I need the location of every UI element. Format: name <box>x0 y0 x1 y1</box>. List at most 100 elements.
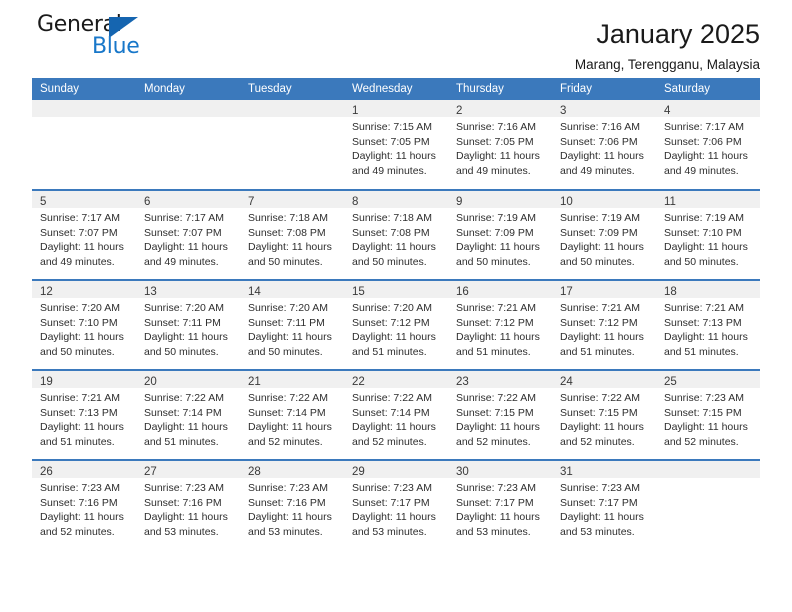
calendar-day-cell[interactable]: 11 Sunrise: 7:19 AM Sunset: 7:10 PM Dayligh… <box>656 189 760 280</box>
daylight-text: and 50 minutes. <box>40 345 115 358</box>
calendar-day-cell[interactable]: 12 Sunrise: 7:20 AM Sunset: 7:10 PM Dayligh… <box>32 279 136 370</box>
page-subtitle: Marang, Terengganu, Malaysia <box>574 57 760 72</box>
day-cell-inner: 14 Sunrise: 7:20 AM Sunset: 7:11 PM Dayligh… <box>240 281 344 369</box>
calendar-day-cell[interactable]: 30 Sunrise: 7:23 AM Sunset: 7:17 PM Dayligh… <box>448 459 552 550</box>
day-cell-inner: 25 Sunrise: 7:23 AM Sunset: 7:15 PM Dayligh… <box>656 371 760 459</box>
day-number: 8 <box>352 196 359 208</box>
daylight-text: Daylight: 11 hours <box>144 331 228 343</box>
sunrise-text: Sunrise: 7:21 AM <box>456 302 536 314</box>
day-cell-inner: 6 Sunrise: 7:17 AM Sunset: 7:07 PM Daylight… <box>136 191 240 279</box>
calendar-day-cell[interactable]: 16 Sunrise: 7:21 AM Sunset: 7:12 PM Dayligh… <box>448 279 552 370</box>
day-number: 23 <box>456 376 469 388</box>
calendar-day-cell[interactable]: 3 Sunrise: 7:16 AM Sunset: 7:06 PM Daylight… <box>552 100 656 190</box>
day-cell-details: Sunrise: 7:23 AM Sunset: 7:17 PM Daylight:… <box>344 478 448 539</box>
day-cell-inner: 31 Sunrise: 7:23 AM Sunset: 7:17 PM Dayligh… <box>552 461 656 549</box>
sunset-text: Sunset: 7:10 PM <box>664 226 742 239</box>
calendar-day-cell[interactable]: 28 Sunrise: 7:23 AM Sunset: 7:16 PM Dayligh… <box>240 459 344 550</box>
sunrise-text: Sunrise: 7:18 AM <box>352 212 432 224</box>
day-number-band: 14 <box>240 281 344 298</box>
calendar-day-cell[interactable]: 8 Sunrise: 7:18 AM Sunset: 7:08 PM Daylight… <box>344 189 448 280</box>
day-number: 9 <box>456 196 463 208</box>
calendar-day-cell[interactable]: 17 Sunrise: 7:21 AM Sunset: 7:12 PM Dayligh… <box>552 279 656 370</box>
page-title: January 2025 <box>596 19 760 49</box>
daylight-text: Daylight: 11 hours <box>144 241 228 253</box>
calendar-day-cell[interactable]: 14 Sunrise: 7:20 AM Sunset: 7:11 PM Dayligh… <box>240 279 344 370</box>
calendar-day-cell[interactable]: 29 Sunrise: 7:23 AM Sunset: 7:17 PM Dayligh… <box>344 459 448 550</box>
day-of-week-header-friday: Friday <box>552 78 656 100</box>
day-cell-details: Sunrise: 7:17 AM Sunset: 7:06 PM Daylight:… <box>656 117 760 178</box>
day-cell-details: Sunrise: 7:23 AM Sunset: 7:15 PM Daylight:… <box>656 388 760 449</box>
day-cell-details: Sunrise: 7:19 AM Sunset: 7:10 PM Daylight:… <box>656 208 760 269</box>
day-number: 30 <box>456 466 469 478</box>
logo-text-blue: Blue <box>92 34 140 59</box>
calendar-day-cell[interactable]: 20 Sunrise: 7:22 AM Sunset: 7:14 PM Dayligh… <box>136 369 240 460</box>
daylight-text: Daylight: 11 hours <box>40 511 124 523</box>
daylight-text: Daylight: 11 hours <box>248 511 332 523</box>
day-cell-details: Sunrise: 7:22 AM Sunset: 7:14 PM Daylight:… <box>136 388 240 449</box>
daylight-text: and 52 minutes. <box>352 435 427 448</box>
daylight-text: and 53 minutes. <box>248 525 323 538</box>
calendar-day-cell[interactable]: 15 Sunrise: 7:20 AM Sunset: 7:12 PM Dayligh… <box>344 279 448 370</box>
calendar-day-cell[interactable]: 25 Sunrise: 7:23 AM Sunset: 7:15 PM Dayligh… <box>656 369 760 460</box>
day-cell-details: Sunrise: 7:23 AM Sunset: 7:16 PM Daylight:… <box>240 478 344 539</box>
daylight-text: and 52 minutes. <box>248 435 323 448</box>
calendar-week-row: 1 Sunrise: 7:15 AM Sunset: 7:05 PM Daylight… <box>32 100 760 190</box>
calendar-day-cell[interactable]: 6 Sunrise: 7:17 AM Sunset: 7:07 PM Daylight… <box>136 189 240 280</box>
calendar-day-cell[interactable]: 4 Sunrise: 7:17 AM Sunset: 7:06 PM Daylight… <box>656 100 760 190</box>
calendar-day-cell[interactable]: 23 Sunrise: 7:22 AM Sunset: 7:15 PM Dayligh… <box>448 369 552 460</box>
calendar-day-cell[interactable]: 31 Sunrise: 7:23 AM Sunset: 7:17 PM Dayligh… <box>552 459 656 550</box>
calendar-day-cell[interactable]: 22 Sunrise: 7:22 AM Sunset: 7:14 PM Dayligh… <box>344 369 448 460</box>
sunset-text: Sunset: 7:07 PM <box>40 226 118 239</box>
daylight-text: and 50 minutes. <box>144 345 219 358</box>
day-number: 28 <box>248 466 261 478</box>
sunrise-text: Sunrise: 7:22 AM <box>456 392 536 404</box>
sunset-text: Sunset: 7:07 PM <box>144 226 222 239</box>
daylight-text: Daylight: 11 hours <box>352 241 436 253</box>
sunrise-text: Sunrise: 7:17 AM <box>40 212 120 224</box>
day-cell-inner <box>240 100 344 188</box>
daylight-text: and 50 minutes. <box>664 255 739 268</box>
day-cell-inner: 28 Sunrise: 7:23 AM Sunset: 7:16 PM Dayligh… <box>240 461 344 549</box>
calendar-day-cell[interactable]: 5 Sunrise: 7:17 AM Sunset: 7:07 PM Daylight… <box>32 189 136 280</box>
calendar-day-cell[interactable]: 10 Sunrise: 7:19 AM Sunset: 7:09 PM Dayligh… <box>552 189 656 280</box>
calendar-day-cell[interactable]: 24 Sunrise: 7:22 AM Sunset: 7:15 PM Dayligh… <box>552 369 656 460</box>
calendar-week-row: 5 Sunrise: 7:17 AM Sunset: 7:07 PM Daylight… <box>32 189 760 280</box>
daylight-text: and 53 minutes. <box>560 525 635 538</box>
day-cell-details: Sunrise: 7:23 AM Sunset: 7:16 PM Daylight:… <box>136 478 240 539</box>
day-number: 10 <box>560 196 573 208</box>
day-number-band: 11 <box>656 191 760 208</box>
calendar-day-cell[interactable]: 26 Sunrise: 7:23 AM Sunset: 7:16 PM Dayligh… <box>32 459 136 550</box>
day-cell-inner <box>136 100 240 188</box>
day-number-band: 30 <box>448 461 552 478</box>
calendar-day-cell[interactable]: 2 Sunrise: 7:16 AM Sunset: 7:05 PM Daylight… <box>448 100 552 190</box>
day-cell-inner: 12 Sunrise: 7:20 AM Sunset: 7:10 PM Dayligh… <box>32 281 136 369</box>
calendar-day-cell[interactable]: 7 Sunrise: 7:18 AM Sunset: 7:08 PM Daylight… <box>240 189 344 280</box>
calendar-day-cell[interactable]: 9 Sunrise: 7:19 AM Sunset: 7:09 PM Daylight… <box>448 189 552 280</box>
sunset-text: Sunset: 7:05 PM <box>456 135 534 148</box>
day-number-band: 5 <box>32 191 136 208</box>
day-cell-inner: 11 Sunrise: 7:19 AM Sunset: 7:10 PM Dayligh… <box>656 191 760 279</box>
day-cell-details: Sunrise: 7:23 AM Sunset: 7:17 PM Daylight:… <box>448 478 552 539</box>
daylight-text: Daylight: 11 hours <box>40 241 124 253</box>
day-number-band: 28 <box>240 461 344 478</box>
day-number-band: 26 <box>32 461 136 478</box>
day-number: 15 <box>352 286 365 298</box>
day-number: 14 <box>248 286 261 298</box>
day-of-week-header-saturday: Saturday <box>656 78 760 100</box>
daylight-text: Daylight: 11 hours <box>560 150 644 162</box>
sunrise-text: Sunrise: 7:23 AM <box>248 482 328 494</box>
calendar-day-cell[interactable]: 1 Sunrise: 7:15 AM Sunset: 7:05 PM Daylight… <box>344 100 448 190</box>
day-of-week-header-wednesday: Wednesday <box>344 78 448 100</box>
calendar-day-cell[interactable]: 21 Sunrise: 7:22 AM Sunset: 7:14 PM Dayligh… <box>240 369 344 460</box>
day-cell-details: Sunrise: 7:15 AM Sunset: 7:05 PM Daylight:… <box>344 117 448 178</box>
calendar-day-cell[interactable]: 19 Sunrise: 7:21 AM Sunset: 7:13 PM Dayligh… <box>32 369 136 460</box>
daylight-text: Daylight: 11 hours <box>560 241 644 253</box>
sunrise-text: Sunrise: 7:23 AM <box>560 482 640 494</box>
sunrise-text: Sunrise: 7:22 AM <box>352 392 432 404</box>
daylight-text: Daylight: 11 hours <box>664 150 748 162</box>
calendar-day-cell[interactable]: 13 Sunrise: 7:20 AM Sunset: 7:11 PM Dayligh… <box>136 279 240 370</box>
calendar-day-cell[interactable]: 18 Sunrise: 7:21 AM Sunset: 7:13 PM Dayligh… <box>656 279 760 370</box>
day-number-band: 7 <box>240 191 344 208</box>
calendar-day-cell[interactable]: 27 Sunrise: 7:23 AM Sunset: 7:16 PM Dayligh… <box>136 459 240 550</box>
sunset-text: Sunset: 7:09 PM <box>456 226 534 239</box>
